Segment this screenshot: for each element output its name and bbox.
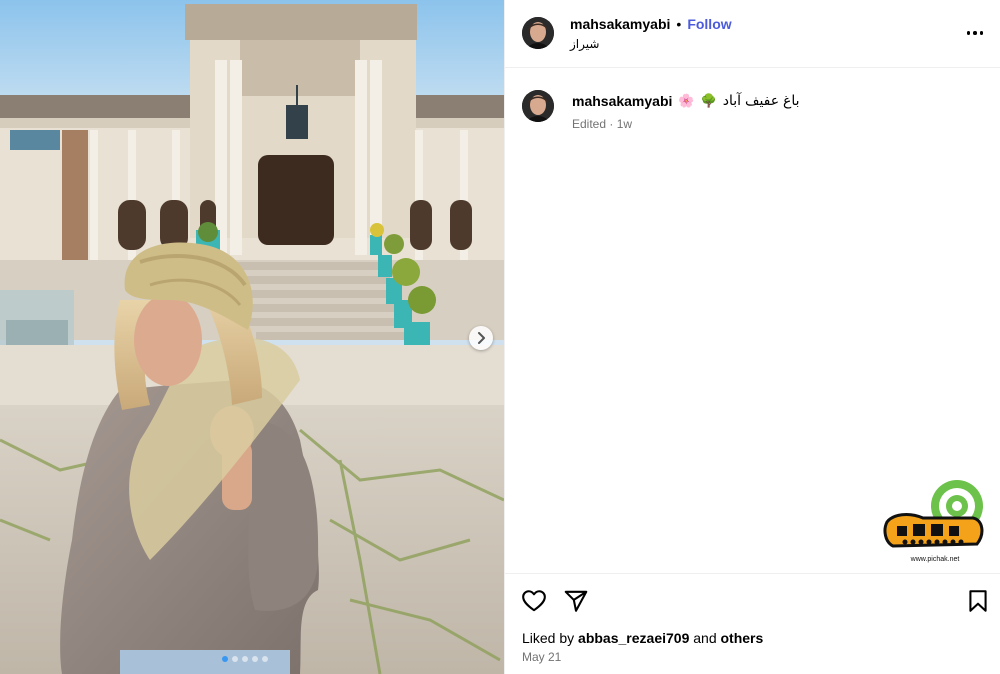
post-photo[interactable] [0, 0, 504, 674]
chevron-right-icon [478, 332, 485, 344]
post-header: mahsakamyabi • Follow شیراز [505, 0, 1000, 68]
profile-photo [522, 17, 554, 49]
caption-text: باغ عفیف آباد [722, 92, 800, 108]
caption-username[interactable]: mahsakamyabi [572, 93, 672, 109]
carousel-dot [232, 656, 238, 662]
follow-button[interactable]: Follow [687, 16, 731, 32]
likes-and: and [693, 630, 717, 646]
carousel-indicator [222, 656, 268, 662]
flower-emoji: 🌸 [678, 92, 695, 108]
post-details-panel: mahsakamyabi • Follow شیراز mahsakamyabi… [504, 0, 1000, 674]
share-button[interactable] [563, 588, 589, 614]
tree-emoji: 🌳 [700, 92, 717, 108]
carousel-dot [262, 656, 268, 662]
like-button[interactable] [521, 588, 547, 614]
watermark-site: www.pichak.net [910, 556, 960, 563]
carousel-dot [222, 656, 228, 662]
profile-photo [522, 90, 554, 122]
next-image-button[interactable] [469, 326, 493, 350]
bookmark-icon [969, 590, 987, 612]
caption-meta: Edited · 1w [572, 117, 633, 131]
separator-dot: • [676, 16, 682, 32]
avatar[interactable] [522, 17, 554, 49]
likes-prefix: Liked by [522, 630, 575, 646]
post-location[interactable]: شیراز [570, 37, 599, 51]
post-username[interactable]: mahsakamyabi [570, 16, 670, 32]
heart-icon [522, 590, 546, 612]
photo-illustration [0, 0, 504, 674]
likes-summary: Liked by abbas_rezaei709 and others [522, 630, 763, 646]
liker-username[interactable]: abbas_rezaei709 [578, 630, 689, 646]
likes-others-link[interactable]: others [721, 630, 764, 646]
post-footer: Liked by abbas_rezaei709 and others May … [505, 573, 1000, 674]
more-options-icon[interactable] [963, 23, 987, 43]
action-bar [521, 588, 991, 614]
avatar[interactable] [522, 90, 554, 122]
post-date[interactable]: May 21 [522, 650, 561, 664]
save-button[interactable] [965, 588, 991, 614]
carousel-dot [252, 656, 258, 662]
carousel-dot [242, 656, 248, 662]
pichak-logo: www.pichak.net [883, 480, 984, 563]
send-icon [564, 590, 588, 612]
